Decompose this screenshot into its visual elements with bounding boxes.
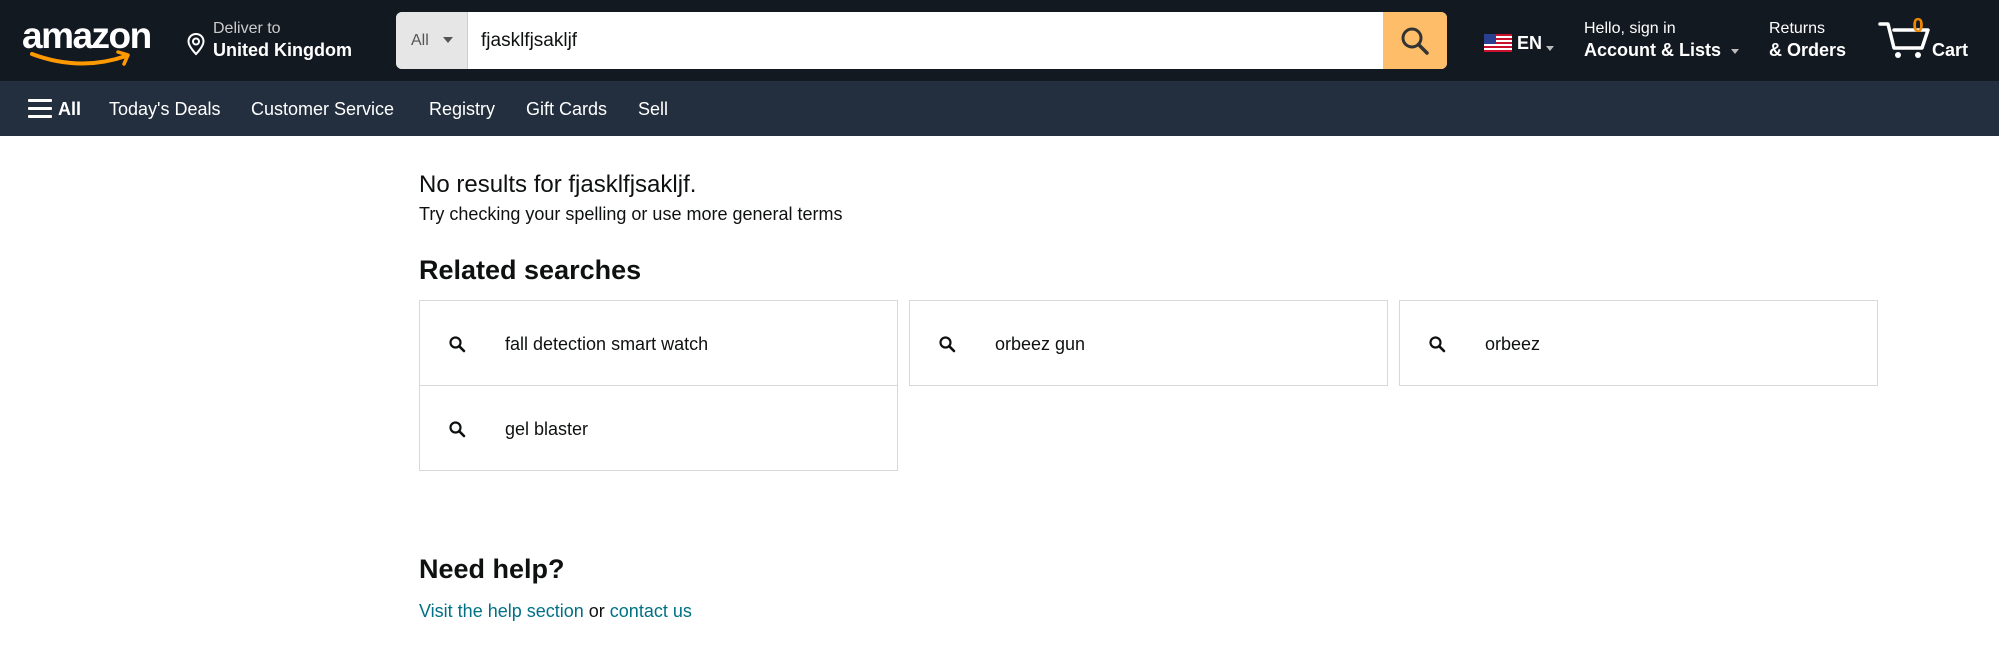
logo-smile-icon xyxy=(30,50,130,66)
contact-us-link[interactable]: contact us xyxy=(610,601,692,621)
deliver-to-location: United Kingdom xyxy=(213,40,352,60)
related-search-card[interactable]: gel blaster xyxy=(419,385,898,471)
cart-label: Cart xyxy=(1932,40,1969,60)
subnav-gift-cards[interactable]: Gift Cards xyxy=(526,98,607,120)
returns-label: Returns xyxy=(1769,20,1826,37)
search-icon xyxy=(449,336,466,353)
orders-label: & Orders xyxy=(1769,40,1847,60)
related-search-label: orbeez xyxy=(1485,334,1541,354)
search-input[interactable] xyxy=(468,12,1379,69)
search-icon xyxy=(1429,336,1446,353)
deliver-to-selector[interactable]: Deliver to United Kingdom xyxy=(186,18,376,64)
related-search-label: fall detection smart watch xyxy=(505,334,709,354)
us-flag-icon xyxy=(1484,34,1512,52)
deliver-to-label: Deliver to xyxy=(213,20,281,37)
related-searches-title: Related searches xyxy=(419,255,642,285)
subnav-sell[interactable]: Sell xyxy=(638,98,668,120)
related-search-card[interactable]: orbeez xyxy=(1399,300,1878,386)
related-search-card[interactable]: orbeez gun xyxy=(909,300,1388,386)
related-search-label: gel blaster xyxy=(505,419,589,439)
related-searches-grid: fall detection smart watch orbeez gun or… xyxy=(419,300,1879,471)
account-label: Account & Lists xyxy=(1584,40,1722,60)
chevron-down-icon xyxy=(1731,49,1739,54)
subnav-registry[interactable]: Registry xyxy=(429,98,495,120)
search-icon xyxy=(939,336,956,353)
language-selector[interactable]: EN xyxy=(1484,32,1564,56)
search-category-label: All xyxy=(411,32,429,49)
search-bar: All xyxy=(396,12,1447,69)
need-help-title: Need help? xyxy=(419,554,565,584)
cart-link[interactable]: 0 Cart xyxy=(1878,14,1978,64)
help-section-link[interactable]: Visit the help section xyxy=(419,601,584,621)
amazon-logo[interactable]: amazon xyxy=(22,14,162,66)
search-button[interactable] xyxy=(1383,12,1447,69)
help-connector-text: or xyxy=(583,601,610,621)
cart-count-badge: 0 xyxy=(1912,15,1924,37)
related-search-label: orbeez gun xyxy=(995,334,1086,354)
search-icon xyxy=(449,421,466,438)
chevron-down-icon xyxy=(443,37,453,43)
location-pin-icon xyxy=(187,32,205,56)
hamburger-menu-icon[interactable] xyxy=(28,99,52,119)
no-results-heading: No results for fjasklfjsakljf. xyxy=(419,171,697,198)
returns-orders-link[interactable]: Returns & Orders xyxy=(1769,18,1859,64)
search-icon xyxy=(1401,27,1429,55)
account-lists-menu[interactable]: Hello, sign in Account & Lists xyxy=(1584,18,1744,64)
subnav-all[interactable]: All xyxy=(58,98,81,120)
language-label: EN xyxy=(1517,33,1543,53)
help-line: Visit the help section or contact us xyxy=(419,600,692,622)
subnav-todays-deals[interactable]: Today's Deals xyxy=(109,98,221,120)
spelling-hint: Try checking your spelling or use more g… xyxy=(419,204,843,224)
account-greeting: Hello, sign in xyxy=(1584,20,1676,37)
sub-nav: All Today's Deals Customer Service Regis… xyxy=(0,81,1999,136)
top-nav: amazon Deliver to United Kingdom All fja… xyxy=(0,0,1999,81)
chevron-down-icon xyxy=(1546,46,1554,51)
main-content: No results for fjasklfjsakljf. Try check… xyxy=(419,136,1879,662)
subnav-customer-service[interactable]: Customer Service xyxy=(251,98,394,120)
related-search-card[interactable]: fall detection smart watch xyxy=(419,300,898,386)
search-category-dropdown[interactable]: All xyxy=(396,12,468,69)
